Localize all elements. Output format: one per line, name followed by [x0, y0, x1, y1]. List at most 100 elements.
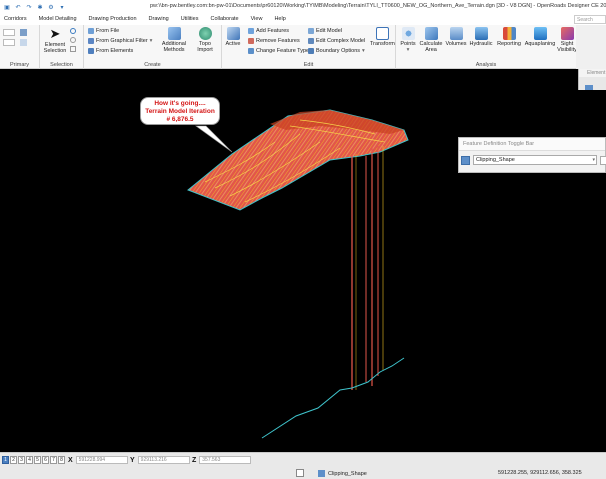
primary-icon[interactable] [20, 29, 27, 36]
from-elements-button[interactable]: From Elements [88, 48, 133, 54]
status-bar: 1 2 3 4 5 6 7 8 X 591228.994 Y 929113.21… [0, 452, 606, 479]
feature-definition-toggle-bar: Feature Definition Toggle Bar Clipping_S… [458, 137, 606, 173]
tab-drawing[interactable]: Drawing [145, 14, 177, 25]
tab-help[interactable]: Help [270, 14, 293, 25]
undo-icon[interactable]: ↶ [14, 3, 22, 11]
callout-line-3: # 6,876.5 [166, 116, 194, 123]
hydraulic-button[interactable]: Hydraulic [468, 27, 494, 47]
x-input[interactable]: 591228.994 [75, 456, 128, 464]
element-panel-header: Element [579, 69, 606, 77]
from-file-button[interactable]: From File [88, 28, 119, 34]
view-buttons: 1 2 3 4 5 6 7 8 [2, 456, 65, 464]
view-button-8[interactable]: 8 [58, 456, 65, 464]
edit-model-button[interactable]: Edit Model [308, 28, 342, 34]
cursor-coordinates: 591228.255, 929112.656, 358.325 [498, 470, 582, 476]
view-button-6[interactable]: 6 [42, 456, 49, 464]
ribbon-tab-bar: Corridors Model Detailing Drawing Produc… [0, 14, 606, 31]
volumes-icon [449, 27, 463, 40]
view-button-2[interactable]: 2 [10, 456, 17, 464]
active-element: Clipping_Shape [318, 470, 367, 477]
ribbon: Primary ➤ Element Selection Selection Fr… [0, 25, 578, 69]
redo-icon[interactable]: ↷ [25, 3, 33, 11]
area-icon [424, 27, 438, 40]
search-ribbon-input[interactable]: Search Ribbon [574, 15, 606, 31]
primary-icon-2[interactable] [20, 39, 27, 46]
chevron-down-icon: ▾ [406, 47, 410, 53]
tab-drawing-production[interactable]: Drawing Production [85, 14, 145, 25]
transform-icon [375, 27, 389, 40]
tab-model-detailing[interactable]: Model Detailing [35, 14, 85, 25]
sight-visibility-icon [560, 27, 574, 40]
from-graphical-filter-button[interactable]: From Graphical Filter ▾ [88, 38, 152, 44]
element-icon [318, 470, 325, 477]
group-edit: Active Add Features Remove Features Chan… [222, 25, 396, 69]
feature-definition-icon[interactable] [461, 155, 470, 165]
boundary-options-button[interactable]: Boundary Options ▾ [308, 48, 365, 54]
callout-line-1: How it's going.... [154, 100, 206, 107]
edit-complex-model-button[interactable]: Edit Complex Model [308, 38, 365, 44]
topo-import-button[interactable]: Topo Import [192, 27, 218, 53]
group-label-primary: Primary [10, 62, 29, 68]
y-input[interactable]: 929113.216 [137, 456, 190, 464]
lock-icon[interactable] [296, 469, 304, 477]
volumes-button[interactable]: Volumes [445, 27, 467, 47]
additional-methods-button[interactable]: Additional Methods [158, 27, 190, 53]
callout-line-2: Terrain Model Iteration [145, 108, 215, 115]
calculate-area-button[interactable]: Calculate Area [419, 27, 443, 53]
group-primary: Primary [0, 25, 40, 69]
add-features-button[interactable]: Add Features [248, 28, 289, 34]
edit-complex-icon [308, 38, 314, 44]
view-button-1[interactable]: 1 [2, 456, 9, 464]
z-input[interactable]: 357.563 [199, 456, 252, 464]
view-button-3[interactable]: 3 [18, 456, 25, 464]
selection-box-icon[interactable] [70, 46, 76, 52]
more-icon[interactable]: ▾ [58, 3, 66, 11]
title-bar: ▣ ↶ ↷ ✱ ⚙ ▾ pw:\\bn-pw.bentley.com:bn-pw… [0, 0, 606, 14]
file-icon [88, 28, 94, 34]
view-button-4[interactable]: 4 [26, 456, 33, 464]
y-coordinate: Y 929113.216 [130, 456, 190, 464]
edit-model-icon [308, 28, 314, 34]
window-title: pw:\\bn-pw.bentley.com:bn-pw-01\Document… [150, 3, 606, 9]
z-label: Z [192, 456, 197, 464]
tab-view[interactable]: View [247, 14, 271, 25]
primary-dropdown-2[interactable] [3, 39, 15, 46]
filter-icon [88, 38, 94, 44]
selection-circle-icon[interactable] [70, 28, 76, 34]
globe-icon [198, 27, 212, 40]
view-button-7[interactable]: 7 [50, 456, 57, 464]
additional-methods-icon [167, 27, 181, 40]
change-feature-icon [248, 48, 254, 54]
group-label-analysis: Analysis [475, 62, 497, 68]
app-icon[interactable]: ▣ [3, 3, 11, 11]
aquaplaning-button[interactable]: Aquaplaning [524, 27, 556, 47]
x-label: X [68, 456, 73, 464]
remove-features-button[interactable]: Remove Features [248, 38, 300, 44]
change-feature-type-button[interactable]: Change Feature Type [248, 48, 309, 54]
active-button[interactable]: Active [223, 27, 243, 47]
tab-collaborate[interactable]: Collaborate [206, 14, 246, 25]
primary-dropdown[interactable] [3, 29, 15, 36]
group-label-create: Create [144, 62, 161, 68]
quick-access-toolbar: ▣ ↶ ↷ ✱ ⚙ ▾ [0, 3, 150, 11]
view-button-5[interactable]: 5 [34, 456, 41, 464]
points-icon [401, 27, 415, 40]
group-selection: ➤ Element Selection Selection [40, 25, 84, 69]
reporting-icon [502, 27, 516, 40]
reporting-button[interactable]: Reporting [496, 27, 522, 47]
element-selection-button[interactable]: ➤ Element Selection [42, 27, 68, 54]
feature-toggle-options-button[interactable] [600, 155, 606, 165]
group-label-edit: Edit [303, 62, 314, 68]
feature-definition-dropdown[interactable]: Clipping_Shape ▾ [473, 155, 597, 165]
pin-icon[interactable]: ✱ [36, 3, 44, 11]
chevron-down-icon: ▾ [592, 157, 595, 163]
boundary-icon [308, 48, 314, 54]
hydraulic-icon [474, 27, 488, 40]
tab-utilities[interactable]: Utilities [177, 14, 207, 25]
points-button[interactable]: Points ▾ [398, 27, 418, 53]
transform-button[interactable]: Transform [370, 27, 395, 47]
selection-lasso-icon[interactable] [70, 37, 76, 43]
sight-visibility-button[interactable]: Sight Visibility [556, 27, 578, 53]
tab-corridors[interactable]: Corridors [0, 14, 35, 25]
settings-icon[interactable]: ⚙ [47, 3, 55, 11]
